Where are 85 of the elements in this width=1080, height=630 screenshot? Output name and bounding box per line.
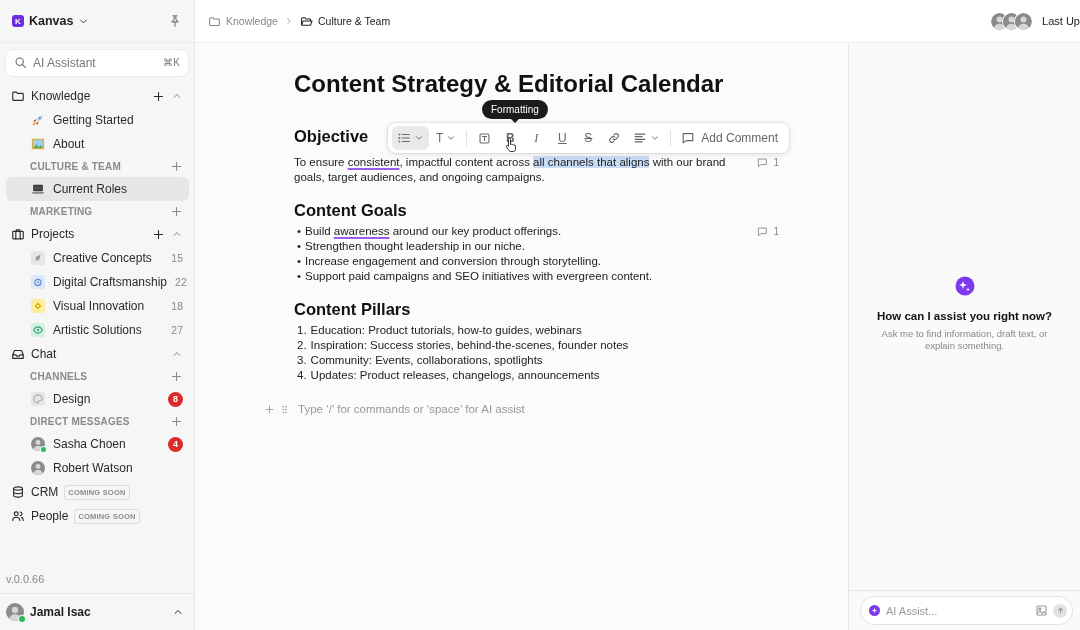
channel-item[interactable]: Design 8 xyxy=(6,387,189,411)
link-icon xyxy=(607,131,622,145)
strike-button[interactable]: S xyxy=(576,126,601,150)
paragraph: To ensure consistent, impactful content across all channels that aligns with our brand goals, target audiences, and ongoing campaigns. xyxy=(294,155,727,185)
project-item[interactable]: Creative Concepts 15 xyxy=(6,246,189,270)
people-icon xyxy=(11,509,25,523)
nav-section[interactable]: Projects xyxy=(6,222,189,246)
unread-badge: 8 xyxy=(168,391,183,407)
project-item[interactable]: Digital Craftsmanship 22 xyxy=(6,270,189,294)
add-icon[interactable] xyxy=(152,89,165,103)
folder-icon xyxy=(208,14,221,28)
document-title: Content Strategy & Editorial Calendar xyxy=(294,71,724,97)
project-item[interactable]: Visual Innovation 18 xyxy=(6,294,189,318)
folder-icon xyxy=(11,89,25,103)
section-heading: Content Pillars xyxy=(294,299,411,320)
page-item[interactable]: Getting Started xyxy=(6,108,189,132)
pin-icon[interactable] xyxy=(168,14,182,28)
add-icon[interactable] xyxy=(152,227,165,241)
text-box-icon xyxy=(477,131,491,145)
item-count: 22 xyxy=(175,276,187,288)
breadcrumb-link[interactable]: Culture & Team xyxy=(299,14,391,28)
project-item[interactable]: Artistic Solutions 27 xyxy=(6,318,189,342)
comment-icon xyxy=(757,226,769,237)
assistant-heading: How can I assist you right now? xyxy=(876,310,1053,322)
group-label: CULTURE & TEAM xyxy=(30,161,122,172)
assistant-description: Ask me to find information, draft text, or explain something. xyxy=(880,328,1049,352)
avatar xyxy=(31,437,45,451)
drag-handle-icon[interactable] xyxy=(279,403,290,415)
avatar xyxy=(6,603,24,621)
comment-count[interactable]: 1 xyxy=(757,224,779,239)
version-label: v.0.0.66 xyxy=(5,573,46,587)
align-icon xyxy=(633,131,648,145)
avatar xyxy=(1015,12,1033,30)
palette-icon xyxy=(31,392,45,406)
item-count: 15 xyxy=(171,252,183,264)
direct-message-item[interactable]: Sasha Choen 4 xyxy=(6,432,189,456)
list-item: • Increase engagement and conversion through storytelling. xyxy=(296,254,602,269)
page-item[interactable]: Current Roles xyxy=(6,177,189,201)
bullet-list-icon xyxy=(397,131,411,145)
framed-picture-icon xyxy=(31,137,45,151)
workspace-switcher[interactable]: K Kanvas xyxy=(12,14,90,28)
add-comment-button[interactable]: Add Comment xyxy=(676,126,784,150)
image-icon[interactable] xyxy=(1035,604,1048,617)
avatar xyxy=(31,461,45,475)
list-item: • Support paid campaigns and SEO initiatives with evergreen content. xyxy=(296,269,653,284)
block-input[interactable]: Type ‘/’ for commands or ‘space’ for AI assist xyxy=(298,403,598,415)
user-name: Jamal Isac xyxy=(30,605,92,619)
nav-section[interactable]: Knowledge xyxy=(6,84,189,108)
italic-button[interactable]: I xyxy=(524,126,549,150)
item-count: 27 xyxy=(171,324,183,336)
group-label: CHANNELS xyxy=(30,371,89,382)
text-style-button[interactable]: T xyxy=(431,126,462,150)
page-item[interactable]: About xyxy=(6,132,189,156)
list-item: 3. Community: Events, collaborations, spotlights xyxy=(296,353,543,368)
list-item: • Strengthen thought leadership in our niche. xyxy=(296,239,525,254)
section-heading: Objective xyxy=(294,126,369,147)
list-item: • Build awareness around our key product offerings. xyxy=(296,224,562,239)
direct-message-item[interactable]: Robert Watson xyxy=(6,456,189,480)
list-style-button[interactable] xyxy=(392,126,429,150)
comment-icon xyxy=(757,157,769,168)
inbox-icon xyxy=(11,347,25,361)
rocket-icon xyxy=(31,113,45,127)
add-block-icon[interactable] xyxy=(264,403,275,415)
arrow-up-icon xyxy=(1055,606,1065,615)
sparkle-logo-icon xyxy=(954,276,975,296)
breadcrumb-link[interactable]: Knowledge xyxy=(208,14,278,28)
last-updated-label: Last Up xyxy=(1042,15,1080,27)
unread-badge: 4 xyxy=(168,436,183,452)
list-item: 1. Education: Product tutorials, how-to guides, webinars xyxy=(296,323,582,338)
group-label: MARKETING xyxy=(30,206,94,217)
list-item: 2. Inspiration: Success stories, behind-the-scenes, founder notes xyxy=(296,338,629,353)
comment-count[interactable]: 1 xyxy=(757,155,779,170)
comment-icon xyxy=(681,131,696,145)
shortcut-hint: ⌘K xyxy=(163,57,180,68)
database-icon xyxy=(11,485,25,499)
open-folder-icon xyxy=(299,14,313,28)
underline-button[interactable]: U xyxy=(550,126,575,150)
laptop-icon xyxy=(31,182,45,196)
nav-section[interactable]: Chat xyxy=(6,342,189,366)
briefcase-icon xyxy=(11,227,25,241)
section-heading: Content Goals xyxy=(294,200,407,221)
ai-assist-field[interactable]: AI Assist... xyxy=(861,597,1072,624)
list-item: 4. Updates: Product releases, changelogs, announcements xyxy=(296,368,600,383)
item-count: 18 xyxy=(171,300,183,312)
group-label: DIRECT MESSAGES xyxy=(30,416,131,427)
